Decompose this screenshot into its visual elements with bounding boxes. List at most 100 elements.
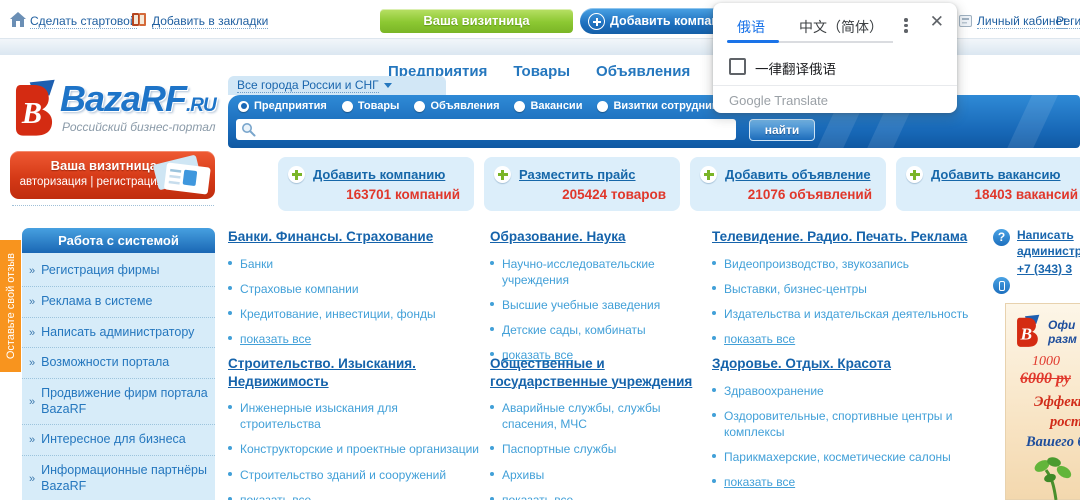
- category-item-link[interactable]: Конструкторские и проектные организации: [228, 441, 480, 457]
- sidebar-item-firm-promotion[interactable]: Продвижение фирм портала BazaRF: [22, 379, 215, 425]
- bullet-icon: [228, 261, 232, 265]
- category-title-link[interactable]: Общественные и государственные учреждени…: [490, 355, 705, 390]
- chevron-icon: [29, 471, 35, 487]
- category-item-label: Детские сады, комбинаты: [502, 322, 646, 338]
- radio-circle-icon: [342, 101, 353, 112]
- nav-item-goods[interactable]: Товары: [513, 63, 570, 80]
- show-all-link[interactable]: показать все: [490, 492, 705, 500]
- sidebar-item-label: Регистрация фирмы: [41, 263, 159, 279]
- add-ad-link[interactable]: Добавить объявление: [700, 166, 871, 183]
- popup-divider: [713, 85, 957, 86]
- category-title-link[interactable]: Здоровье. Отдых. Красота: [712, 355, 984, 373]
- region-selector-link[interactable]: Все города России и СНГ: [237, 78, 379, 93]
- radio-label: Товары: [358, 100, 400, 112]
- category-title-link[interactable]: Строительство. Изыскания. Недвижимость: [228, 355, 480, 390]
- category-item-link[interactable]: Научно-исследовательские учреждения: [490, 256, 705, 288]
- radio-companies[interactable]: Предприятия: [238, 100, 327, 112]
- category-title-link[interactable]: Телевидение. Радио. Печать. Реклама: [712, 228, 984, 246]
- cabinet-icon: [959, 15, 972, 27]
- add-price-link[interactable]: Разместить прайс: [494, 166, 636, 183]
- write-admin-link[interactable]: Написать администратору: [1017, 228, 1080, 259]
- tab-divider-line: [779, 41, 893, 43]
- nav-item-ads[interactable]: Объявления: [596, 63, 690, 80]
- category-item-link[interactable]: Детские сады, комбинаты: [490, 322, 705, 338]
- home-icon: [10, 12, 26, 27]
- radio-ads[interactable]: Объявления: [414, 100, 499, 112]
- radio-vacancies[interactable]: Вакансии: [514, 100, 582, 112]
- category-item-link[interactable]: Выставки, бизнес-центры: [712, 281, 984, 297]
- vizitnica-auth-banner[interactable]: Ваша визитница авторизация | регистрация: [10, 151, 215, 199]
- sidebar-item-label: Информационные партнёры BazaRF: [41, 463, 209, 494]
- personal-cabinet-link[interactable]: Личный кабинет: [977, 14, 1067, 29]
- bullet-icon: [228, 286, 232, 290]
- category-title-link[interactable]: Образование. Наука: [490, 228, 705, 246]
- close-icon[interactable]: [930, 12, 944, 32]
- show-all-link[interactable]: показать все: [228, 492, 480, 500]
- feedback-tab[interactable]: Оставьте свой отзыв: [0, 240, 21, 372]
- ad-banner[interactable]: B Офи разм 1000 6000 ру Эффект рост пр В…: [1005, 303, 1080, 500]
- category-item-label: Высшие учебные заведения: [502, 297, 660, 313]
- category-title-link[interactable]: Банки. Финансы. Страхование: [228, 228, 480, 246]
- category-item-label: Строительство зданий и сооружений: [240, 467, 446, 483]
- find-button[interactable]: найти: [749, 119, 815, 141]
- search-input[interactable]: [236, 119, 736, 140]
- translate-tab-chinese[interactable]: 中文（简体）: [799, 17, 883, 37]
- category-item-link[interactable]: Строительство зданий и сооружений: [228, 467, 480, 483]
- sidebar-item-info-partners[interactable]: Информационные партнёры BazaRF: [22, 456, 215, 500]
- plus-icon: [588, 13, 605, 30]
- always-translate-checkbox[interactable]: [729, 58, 746, 75]
- category-item-link[interactable]: Здравоохранение: [712, 383, 984, 399]
- show-all-link[interactable]: показать все: [228, 331, 480, 347]
- ad-text-line: разм: [1048, 332, 1077, 346]
- category-item-link[interactable]: Архивы: [490, 467, 705, 483]
- sidebar-item-firm-registration[interactable]: Регистрация фирмы: [22, 256, 215, 287]
- category-item-link[interactable]: Страховые компании: [228, 281, 480, 297]
- bullet-icon: [712, 479, 716, 483]
- category-item-link[interactable]: Кредитование, инвестиции, фонды: [228, 306, 480, 322]
- vizitnica-button[interactable]: Ваша визитница: [380, 9, 573, 33]
- phone-link[interactable]: +7 (343) 3: [1017, 262, 1072, 276]
- add-company-link[interactable]: Добавить компанию: [288, 166, 445, 183]
- sidebar-item-label: Реклама в системе: [41, 294, 152, 310]
- category-item-link[interactable]: Оздоровительные, спортивные центры и ком…: [712, 408, 984, 440]
- logo-tld: .RU: [186, 95, 216, 116]
- translate-tab-russian[interactable]: 俄语: [737, 17, 765, 37]
- more-options-icon[interactable]: [899, 16, 913, 34]
- category-item-link[interactable]: Паспортные службы: [490, 441, 705, 457]
- category-item-link[interactable]: Аварийные службы, службы спасения, МЧС: [490, 400, 705, 432]
- svg-text:B: B: [1019, 325, 1032, 344]
- radio-business-cards[interactable]: Визитки сотрудников: [597, 100, 730, 112]
- category-item-link[interactable]: Видеопроизводство, звукозапись: [712, 256, 984, 272]
- sidebar-item-business-interesting[interactable]: Интересное для бизнеса: [22, 425, 215, 456]
- add-bookmarks-link[interactable]: Добавить в закладки: [152, 14, 268, 29]
- category-item-label: Парикмахерские, косметические салоны: [724, 449, 951, 465]
- ad-text-line: Офи: [1048, 318, 1075, 332]
- category-item-link[interactable]: Парикмахерские, косметические салоны: [712, 449, 984, 465]
- bullet-icon: [228, 336, 232, 340]
- add-vacancy-link[interactable]: Добавить вакансию: [906, 166, 1061, 183]
- radio-goods[interactable]: Товары: [342, 100, 400, 112]
- sidebar-item-advertising[interactable]: Реклама в системе: [22, 287, 215, 318]
- bazarf-logo-emblem[interactable]: B: [14, 78, 56, 138]
- category-item-link[interactable]: Высшие учебные заведения: [490, 297, 705, 313]
- make-start-page-link[interactable]: Сделать стартовой: [30, 14, 137, 29]
- sidebar-item-label: Возможности портала: [41, 355, 169, 371]
- search-icon: [241, 122, 256, 137]
- show-all-link[interactable]: показать все: [712, 474, 984, 490]
- category-item-link[interactable]: Издательства и издательская деятельность: [712, 306, 984, 322]
- registration-link[interactable]: Регистрация: [1056, 14, 1080, 29]
- bullet-icon: [490, 302, 494, 306]
- category-item-label: Выставки, бизнес-центры: [724, 281, 867, 297]
- category-item-label: Здравоохранение: [724, 383, 824, 399]
- show-all-link[interactable]: показать все: [712, 331, 984, 347]
- bazarf-portal-page: Сделать стартовой Добавить в закладки Ва…: [0, 0, 1080, 500]
- banner-auth-links[interactable]: авторизация | регистрация: [20, 176, 163, 188]
- sidebar-item-portal-features[interactable]: Возможности портала: [22, 348, 215, 379]
- category-item-link[interactable]: Банки: [228, 256, 480, 272]
- category-item-link[interactable]: Инженерные изыскания для строительства: [228, 400, 480, 432]
- logo-title[interactable]: BazaRF.RU: [60, 78, 216, 120]
- ad-slogan: Вашего б: [1026, 434, 1080, 451]
- chevron-icon: [29, 263, 35, 279]
- active-tab-underline: [727, 40, 779, 43]
- sidebar-item-write-admin[interactable]: Написать администратору: [22, 318, 215, 349]
